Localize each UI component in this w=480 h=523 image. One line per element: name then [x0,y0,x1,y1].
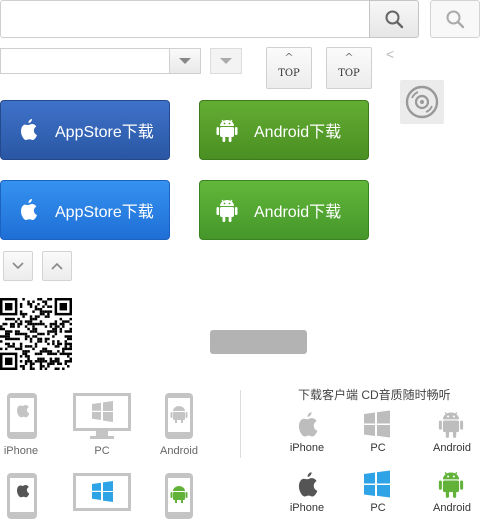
iphone-label: iPhone [289,502,325,514]
appstore-download-label: AppStore下载 [55,124,154,141]
windows-grey-icon[interactable] [363,410,391,438]
prev-arrow-icon[interactable]: < [386,46,394,62]
android-download-button-hover[interactable]: Android下载 [199,180,369,240]
client-download-title: 下载客户端 CD音质随时畅听 [298,388,451,402]
search-input[interactable] [0,0,370,38]
disc-icon [405,85,439,119]
android-label: Android [160,445,198,457]
search-button-alt[interactable] [430,0,480,38]
android-download-button[interactable]: Android下载 [199,100,369,160]
select-field[interactable] [0,48,170,74]
chevron-down-icon [12,262,24,270]
search-icon [385,10,404,29]
android-label: Android [433,502,471,514]
back-to-top-button[interactable]: ^ TOP [266,47,312,89]
back-to-top-label: TOP [338,68,360,79]
scroll-up-button[interactable] [42,251,72,281]
iphone-grey-phone-icon [7,393,37,439]
android-grey-phone-icon [165,393,193,439]
chevron-up-icon [51,262,63,270]
android-color-phone-icon[interactable] [164,472,194,520]
qr-code-icon [0,298,72,370]
chevron-down-icon [220,58,232,64]
placeholder-button[interactable] [210,330,307,354]
back-to-top-label: TOP [278,68,300,79]
pc-grey-monitor-icon [73,393,131,439]
iphone-label: iPhone [289,442,325,454]
android-icon [216,199,238,222]
android-download-label: Android下载 [254,204,342,221]
iphone-color-phone-icon[interactable] [6,472,38,520]
pc-color-monitor-icon[interactable] [72,472,132,520]
chevron-up-icon: ^ [284,51,294,64]
apple-icon [21,199,37,220]
pc-label: PC [370,502,386,514]
select-dropdown-button[interactable] [169,48,201,74]
windows-color-icon[interactable] [363,470,391,498]
android-icon [216,119,238,142]
appstore-download-button-hover[interactable]: AppStore下载 [0,180,170,240]
apple-color-icon[interactable] [294,470,320,500]
apple-icon [21,119,37,140]
scroll-down-button[interactable] [3,251,33,281]
iphone-label: iPhone [3,445,39,457]
pc-label: PC [94,445,110,457]
chevron-down-icon [179,58,191,64]
android-color-icon[interactable] [438,469,464,499]
search-button[interactable] [369,0,419,38]
disc-button[interactable] [400,80,444,124]
appstore-download-label: AppStore下载 [55,204,154,221]
select-dropdown-button-alt[interactable] [210,48,242,74]
android-grey-icon[interactable] [438,409,464,439]
apple-grey-icon[interactable] [294,410,320,440]
divider [240,390,241,458]
back-to-top-button-hover[interactable]: ^ TOP [326,47,372,89]
chevron-up-icon: ^ [344,51,354,64]
android-download-label: Android下载 [254,124,342,141]
pc-label: PC [370,442,386,454]
android-label: Android [433,442,471,454]
search-icon [446,10,465,29]
appstore-download-button[interactable]: AppStore下载 [0,100,170,160]
